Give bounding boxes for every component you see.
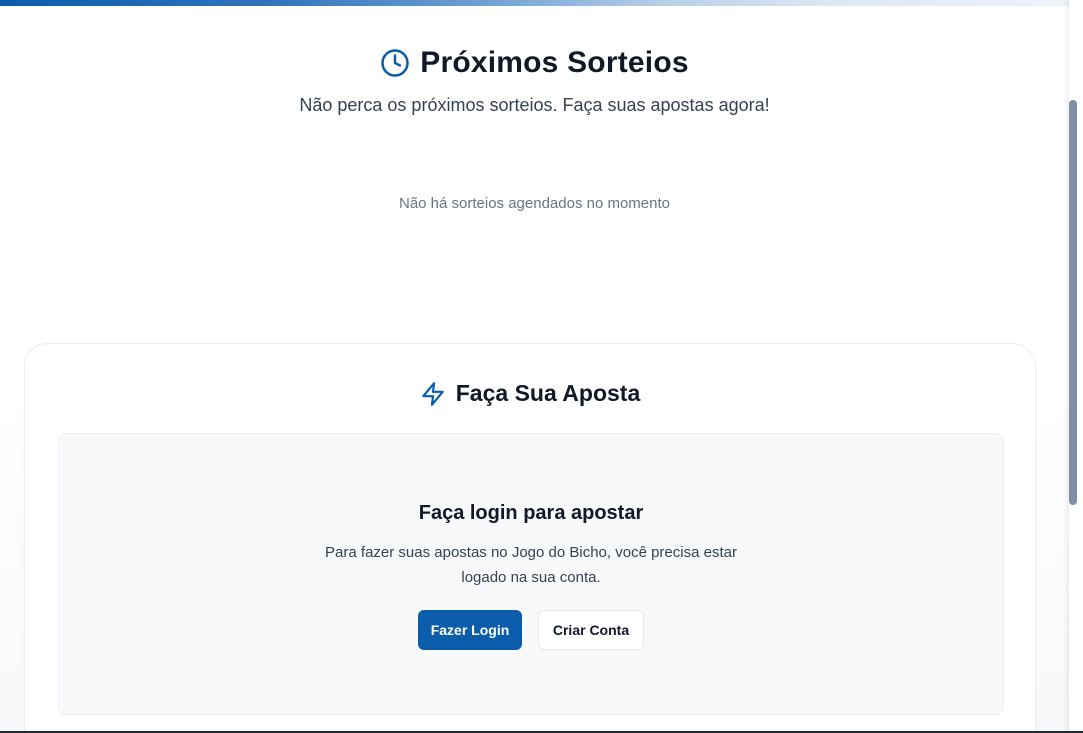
- place-bet-title: Faça Sua Aposta: [455, 380, 641, 406]
- upcoming-draws-header: Próximos Sorteios: [0, 46, 1069, 80]
- login-required-text: Para fazer suas apostas no Jogo do Bicho…: [325, 544, 737, 586]
- login-required-panel: Faça login para apostar Para fazer suas …: [58, 433, 1004, 715]
- scrollbar-thumb[interactable]: [1069, 100, 1077, 505]
- login-required-heading: Faça login para apostar: [418, 502, 644, 524]
- top-accent-bar: [0, 0, 1069, 6]
- page: Próximos Sorteios Não perca os próximos …: [0, 0, 1069, 733]
- place-bet-header: Faça Sua Aposta: [25, 380, 1035, 407]
- place-bet-card: Faça Sua Aposta Faça login para apostar …: [24, 343, 1036, 733]
- upcoming-draws-title: Próximos Sorteios: [420, 46, 689, 79]
- empty-state-message: Não há sorteios agendados no momento: [398, 195, 670, 212]
- clock-icon: [380, 48, 410, 78]
- auth-buttons: Fazer Login Criar Conta: [59, 610, 1003, 650]
- lightning-icon: [420, 381, 446, 407]
- login-button[interactable]: Fazer Login: [418, 610, 522, 650]
- create-account-button[interactable]: Criar Conta: [538, 610, 644, 650]
- upcoming-draws-subtitle: Não perca os próximos sorteios. Faça sua…: [299, 95, 770, 115]
